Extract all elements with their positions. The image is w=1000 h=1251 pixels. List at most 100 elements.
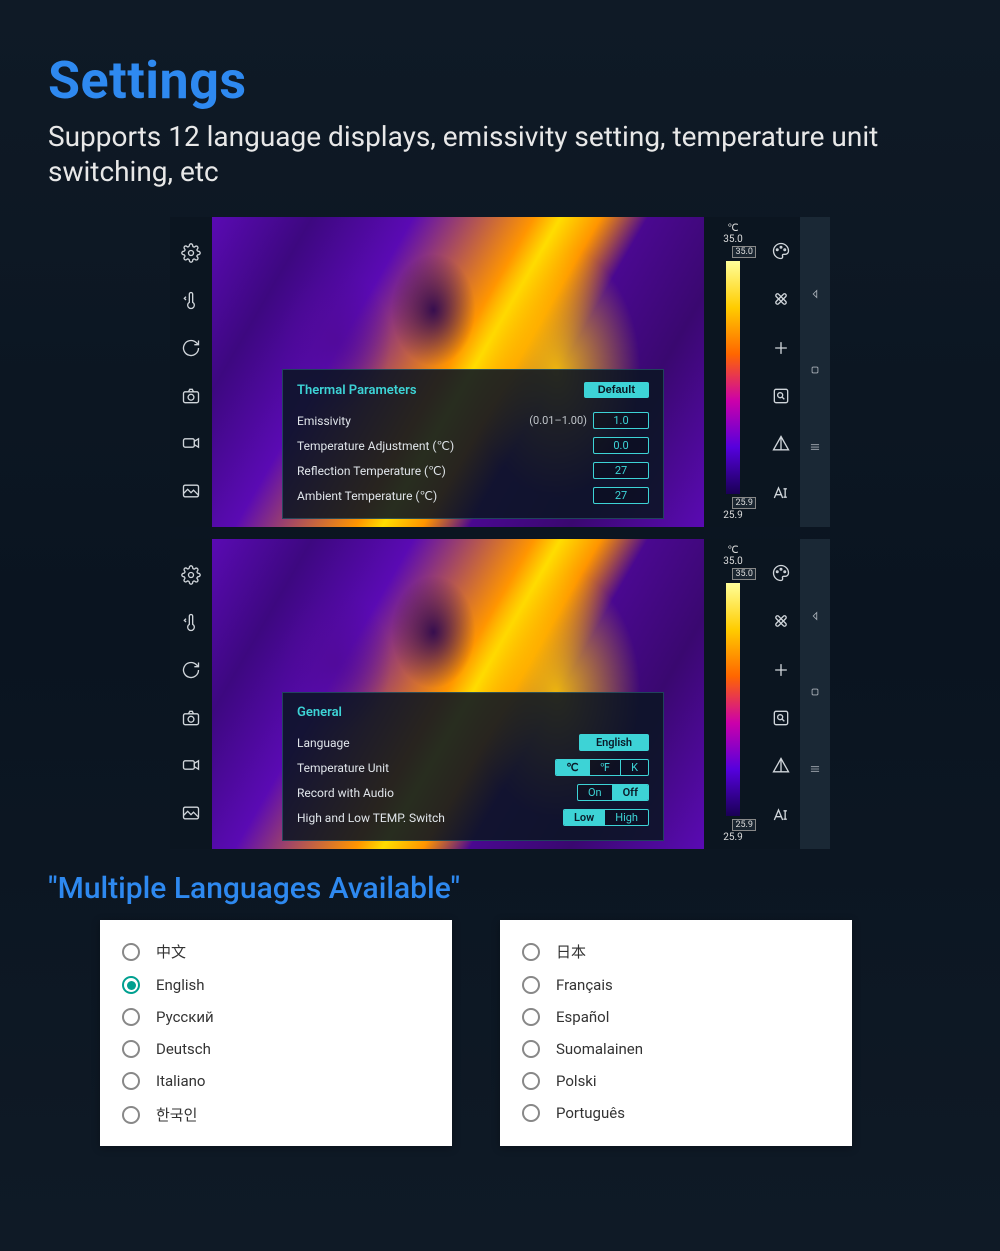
thermometer-icon[interactable] (180, 289, 202, 311)
contrast-icon[interactable] (770, 433, 792, 455)
radio-icon[interactable] (522, 1072, 540, 1090)
temp-switch-group[interactable]: LowHigh (563, 809, 649, 826)
language-value[interactable]: English (579, 734, 649, 751)
param-label: Ambient Temperature (℃) (297, 489, 593, 503)
patch-icon[interactable] (770, 610, 792, 632)
gallery-icon[interactable] (180, 802, 202, 824)
language-label: Italiano (156, 1072, 205, 1090)
general-panel: General Language English Temperature Uni… (282, 692, 664, 841)
gear-icon[interactable] (180, 564, 202, 586)
radio-icon[interactable] (522, 1040, 540, 1058)
language-option[interactable]: Deutsch (118, 1033, 434, 1065)
radio-icon[interactable] (122, 1040, 140, 1058)
refresh-icon[interactable] (180, 659, 202, 681)
thermal-params-panel: Thermal Parameters Default Emissivity(0.… (282, 369, 664, 519)
pill-option[interactable]: Off (613, 785, 648, 800)
temp-switch-label: High and Low TEMP. Switch (297, 811, 563, 825)
default-button[interactable]: Default (584, 382, 649, 398)
color-scale: ℃ 35.0 35.0 25.9 25.9 (704, 539, 762, 849)
radio-icon[interactable] (122, 976, 140, 994)
contrast-icon[interactable] (770, 755, 792, 777)
zoom-icon[interactable] (770, 707, 792, 729)
text-icon[interactable] (770, 482, 792, 504)
left-toolbar (170, 217, 212, 527)
radio-icon[interactable] (522, 1104, 540, 1122)
param-value[interactable]: 27 (593, 487, 649, 504)
language-label: 한국인 (156, 1104, 197, 1125)
language-option[interactable]: Suomalainen (518, 1033, 834, 1065)
panel-title-label: Thermal Parameters (297, 383, 417, 398)
nav-home-icon[interactable] (808, 685, 822, 702)
panel-title-label: General (297, 705, 342, 720)
left-toolbar (170, 539, 212, 849)
language-option[interactable]: 中文 (118, 934, 434, 969)
color-gradient (726, 583, 740, 816)
radio-icon[interactable] (122, 1072, 140, 1090)
pill-option[interactable]: ℃ (556, 760, 589, 775)
zoom-icon[interactable] (770, 385, 792, 407)
text-icon[interactable] (770, 804, 792, 826)
pill-option[interactable]: Low (564, 810, 605, 825)
radio-icon[interactable] (122, 1106, 140, 1124)
plus-icon[interactable] (770, 337, 792, 359)
param-row: Temperature Adjustment (℃)0.0 (297, 433, 649, 458)
scale-max-tag: 35.0 (732, 246, 756, 258)
language-label: English (156, 976, 205, 994)
nav-home-icon[interactable] (808, 363, 822, 380)
video-icon[interactable] (180, 754, 202, 776)
gallery-icon[interactable] (180, 480, 202, 502)
param-value[interactable]: 27 (593, 462, 649, 479)
thermometer-icon[interactable] (180, 611, 202, 633)
nav-back-icon[interactable] (808, 287, 822, 304)
refresh-icon[interactable] (180, 337, 202, 359)
camera-icon[interactable] (180, 707, 202, 729)
nav-back-icon[interactable] (808, 609, 822, 626)
param-value[interactable]: 0.0 (593, 437, 649, 454)
pill-option[interactable]: K (621, 760, 648, 775)
gear-icon[interactable] (180, 242, 202, 264)
radio-icon[interactable] (522, 943, 540, 961)
scale-min-tag: 25.9 (732, 819, 756, 831)
nav-recent-icon[interactable] (808, 762, 822, 779)
language-option[interactable]: English (118, 969, 434, 1001)
scale-max: 35.0 (723, 234, 743, 245)
language-option[interactable]: Polski (518, 1065, 834, 1097)
param-label: Reflection Temperature (℃) (297, 464, 593, 478)
language-option[interactable]: Русский (118, 1001, 434, 1033)
color-gradient (726, 261, 740, 494)
right-toolbar (762, 539, 800, 849)
palette-icon[interactable] (770, 562, 792, 584)
radio-icon[interactable] (122, 1008, 140, 1026)
language-option[interactable]: 한국인 (118, 1097, 434, 1132)
language-option[interactable]: Italiano (118, 1065, 434, 1097)
patch-icon[interactable] (770, 288, 792, 310)
param-row: Ambient Temperature (℃)27 (297, 483, 649, 508)
audio-group[interactable]: OnOff (577, 784, 649, 801)
param-value[interactable]: 1.0 (593, 412, 649, 429)
screenshot-general: General Language English Temperature Uni… (170, 539, 830, 849)
nav-recent-icon[interactable] (808, 440, 822, 457)
palette-icon[interactable] (770, 240, 792, 262)
page-title: Settings (48, 50, 952, 111)
screenshot-thermal-params: Thermal Parameters Default Emissivity(0.… (170, 217, 830, 527)
video-icon[interactable] (180, 432, 202, 454)
pill-option[interactable]: High (605, 810, 648, 825)
temp-unit-group[interactable]: ℃℉K (555, 759, 649, 776)
scale-max: 35.0 (723, 556, 743, 567)
pill-option[interactable]: ℉ (590, 760, 621, 775)
radio-icon[interactable] (122, 943, 140, 961)
param-row: Emissivity(0.01–1.00)1.0 (297, 408, 649, 433)
scale-unit: ℃ (727, 545, 738, 556)
radio-icon[interactable] (522, 976, 540, 994)
radio-icon[interactable] (522, 1008, 540, 1026)
language-option[interactable]: Português (518, 1097, 834, 1129)
language-option[interactable]: 日本 (518, 934, 834, 969)
pill-option[interactable]: On (578, 785, 613, 800)
language-label: Русский (156, 1008, 214, 1026)
camera-icon[interactable] (180, 385, 202, 407)
temp-unit-label: Temperature Unit (297, 761, 555, 775)
language-option[interactable]: Français (518, 969, 834, 1001)
plus-icon[interactable] (770, 659, 792, 681)
language-option[interactable]: Español (518, 1001, 834, 1033)
language-label: 日本 (556, 941, 586, 962)
